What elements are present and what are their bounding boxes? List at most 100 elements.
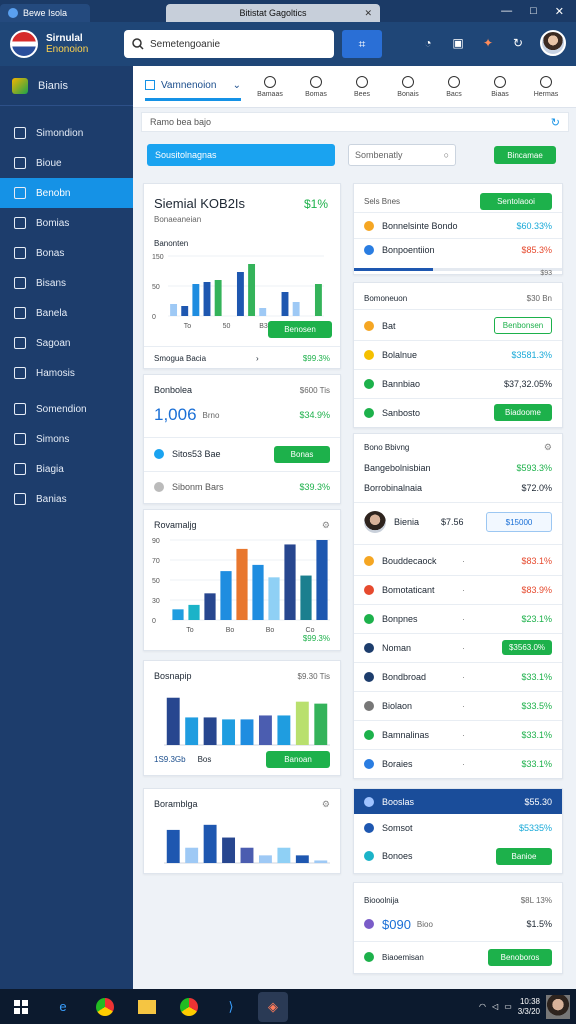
bar[interactable] (214, 280, 222, 316)
row-button[interactable]: $3563.0% (502, 640, 552, 655)
browser-tab-active[interactable]: Bitistat Gagoltics ✕ (166, 4, 380, 22)
bar[interactable] (236, 548, 248, 620)
bar[interactable] (203, 717, 217, 745)
bar[interactable] (258, 715, 272, 745)
maximize-button[interactable]: □ (530, 5, 537, 18)
settings-icon[interactable]: ⚙ (322, 799, 330, 810)
sidebar-item[interactable]: Benobn (0, 178, 133, 208)
card-action-button[interactable]: Benosen (268, 321, 332, 338)
bar[interactable] (192, 284, 200, 316)
toolbar-tool[interactable]: Bamaas (247, 75, 293, 98)
bar[interactable] (166, 829, 180, 863)
vscode-icon[interactable]: ⟩ (216, 992, 246, 1022)
settings-icon[interactable]: ⚙ (322, 520, 330, 531)
list-row[interactable]: Bonnelsinte Bondo $60.33% (354, 216, 562, 236)
search-submit-button[interactable]: ⌗ (342, 30, 382, 58)
bar[interactable] (259, 308, 267, 316)
clock[interactable]: 10:38 3/3/20 (518, 997, 540, 1017)
list-row[interactable]: Bomotaticant · $83.9% (354, 577, 562, 602)
sidebar-item[interactable]: Hamosis (0, 358, 133, 388)
bar[interactable] (166, 697, 180, 745)
toolbar-tool[interactable]: Bomas (293, 75, 339, 98)
bar[interactable] (314, 703, 328, 745)
list-row[interactable]: Bamnalinas · $33.1% (354, 722, 562, 747)
list-row[interactable]: Bouddecaock · $83.1% (354, 548, 562, 573)
bar[interactable] (258, 855, 272, 863)
bar[interactable] (170, 304, 178, 316)
user-avatar[interactable] (540, 30, 566, 56)
filter-input[interactable]: Sombenatly ○ (348, 144, 456, 166)
bar[interactable] (185, 717, 199, 745)
bar[interactable] (292, 302, 300, 316)
browser-tab[interactable]: Bewe Isola (0, 4, 90, 22)
apply-button[interactable]: Bincamae (494, 146, 556, 164)
close-window-button[interactable]: ✕ (555, 5, 564, 18)
bar[interactable] (203, 282, 211, 316)
sidebar-item[interactable]: Bonas (0, 238, 133, 268)
toolbar-tool[interactable]: Biaas (477, 75, 523, 98)
toolbar-tool[interactable]: Bees (339, 75, 385, 98)
bar[interactable] (203, 824, 217, 863)
bar[interactable] (277, 847, 291, 863)
bar[interactable] (252, 564, 264, 620)
refresh-icon[interactable]: ↻ (551, 116, 560, 129)
bar[interactable] (188, 604, 200, 620)
close-tab-icon[interactable]: ✕ (364, 8, 372, 19)
bar[interactable] (316, 540, 328, 620)
list-row[interactable]: Biolaon · $33.5% (354, 693, 562, 718)
row-button[interactable]: Benoboros (488, 948, 552, 966)
files-icon[interactable] (132, 992, 162, 1022)
bar[interactable] (314, 860, 328, 863)
bar[interactable] (222, 719, 236, 745)
sidebar-item[interactable]: Simons (0, 424, 133, 454)
bar[interactable] (281, 292, 289, 316)
list-row[interactable]: Sanbosto Biadoome (354, 400, 562, 425)
list-row[interactable]: Bonpoentiion $85.3% (354, 240, 562, 260)
tab-main[interactable]: Vamnenoion ⌄ (145, 73, 241, 101)
minimize-button[interactable]: — (501, 5, 512, 18)
sidebar-item[interactable]: Banias (0, 484, 133, 514)
volume-icon[interactable]: ◁ (492, 1002, 498, 1011)
sidebar-item[interactable]: Banela (0, 298, 133, 328)
chrome-icon[interactable] (174, 992, 204, 1022)
bar[interactable] (220, 571, 232, 620)
list-row[interactable]: Bolalnue $3581.3% (354, 342, 562, 367)
bar[interactable] (300, 575, 312, 620)
bell-icon[interactable]: ◔ (420, 35, 436, 51)
bar[interactable] (236, 272, 244, 316)
person-avatar[interactable] (364, 511, 386, 533)
bar[interactable] (240, 847, 254, 863)
bar[interactable] (222, 837, 236, 863)
search-input[interactable]: Semetengoanie (124, 30, 334, 58)
bar[interactable] (240, 719, 254, 745)
header-button[interactable]: Sentolaooi (480, 192, 552, 210)
shield-icon[interactable]: ◈ (258, 991, 288, 1022)
start-button[interactable] (6, 992, 36, 1022)
filter-bar[interactable]: Sousitolnagnas (147, 144, 335, 166)
row-button[interactable]: Biadoome (494, 404, 552, 421)
toolbar-tool[interactable]: Hermas (523, 75, 569, 98)
bar[interactable] (181, 306, 189, 316)
list-row[interactable]: Noman · $3563.0% (354, 635, 562, 660)
sidebar-item[interactable]: Somendion (0, 394, 133, 424)
wifi-icon[interactable]: ◠ (479, 1002, 486, 1011)
sidebar-item[interactable]: Biagia (0, 454, 133, 484)
bar[interactable] (295, 855, 309, 863)
user-avatar[interactable] (546, 994, 570, 1019)
list-row[interactable]: Bonpnes · $23.1% (354, 606, 562, 631)
battery-icon[interactable]: ▭ (504, 1002, 512, 1011)
row-button[interactable]: Banioe (496, 847, 552, 865)
bar[interactable] (204, 593, 216, 620)
toolbar-tool[interactable]: Bacs (431, 75, 477, 98)
chrome-icon[interactable] (90, 992, 120, 1022)
list-row[interactable]: Boraies · $33.1% (354, 751, 562, 776)
sidebar-header[interactable]: Bianis (0, 66, 133, 106)
sidebar-item[interactable]: Simondion (0, 118, 133, 148)
bar[interactable] (268, 577, 280, 620)
bar[interactable] (284, 544, 296, 620)
bar[interactable] (277, 715, 291, 745)
edge-icon[interactable]: e (48, 992, 78, 1022)
gift-icon[interactable]: ✦ (480, 35, 496, 51)
sidebar-item[interactable]: Bomias (0, 208, 133, 238)
settings-icon[interactable]: ⚙ (544, 442, 552, 453)
